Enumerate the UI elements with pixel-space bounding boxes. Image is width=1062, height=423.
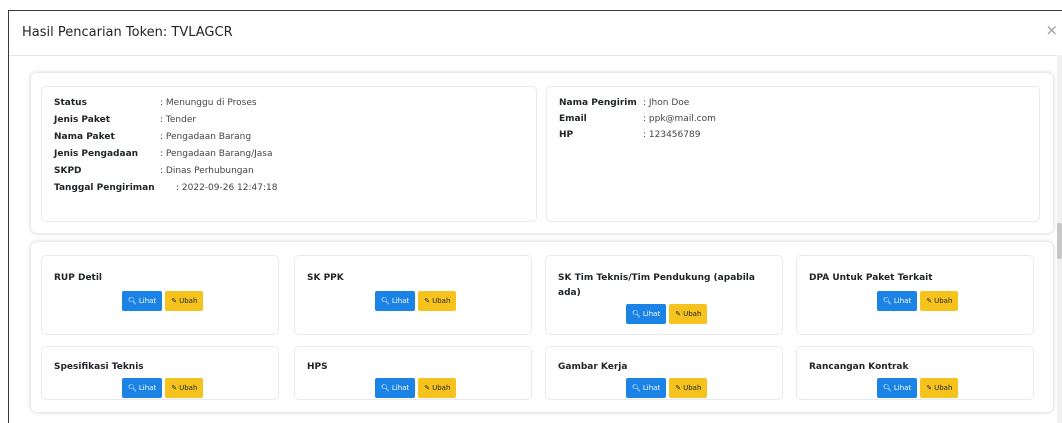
lihat-button[interactable]: 🔍︎ Lihat (375, 378, 416, 398)
ubah-button[interactable]: ✎ Ubah (418, 378, 457, 398)
info-row-status: Status: Menunggu di Proses (54, 98, 257, 108)
search-icon: 🔍︎ (128, 297, 137, 305)
ubah-button[interactable]: ✎ Ubah (418, 291, 457, 311)
lihat-button[interactable]: 🔍︎ Lihat (626, 304, 667, 324)
search-icon: 🔍︎ (632, 384, 641, 392)
ubah-button[interactable]: ✎ Ubah (669, 304, 708, 324)
modal-title: Hasil Pencarian Token: TVLAGCR (22, 25, 233, 40)
doc-title: HPS (307, 362, 328, 372)
doc-title: Spesifikasi Teknis (54, 362, 144, 372)
ubah-button[interactable]: ✎ Ubah (165, 378, 204, 398)
doc-hps: HPS 🔍︎ Lihat ✎ Ubah (294, 346, 532, 400)
search-icon: 🔍︎ (883, 384, 892, 392)
pencil-icon: ✎ (171, 384, 178, 392)
modal-header: Hasil Pencarian Token: TVLAGCR × (9, 11, 1062, 56)
ubah-button[interactable]: ✎ Ubah (920, 378, 959, 398)
doc-rancangan-kontrak: Rancangan Kontrak 🔍︎ Lihat ✎ Ubah (796, 346, 1034, 400)
info-row-tanggal-pengiriman: Tanggal Pengiriman: 2022-09-26 12:47:18 (54, 183, 278, 193)
ubah-button[interactable]: ✎ Ubah (165, 291, 204, 311)
pencil-icon: ✎ (675, 384, 682, 392)
pencil-icon: ✎ (424, 384, 431, 392)
modal-scrollbar[interactable] (1057, 55, 1062, 423)
pencil-icon: ✎ (675, 310, 682, 318)
lihat-button[interactable]: 🔍︎ Lihat (626, 378, 667, 398)
doc-rup-detil: RUP Detil 🔍︎ Lihat ✎ Ubah (41, 255, 279, 335)
search-icon: 🔍︎ (632, 310, 641, 318)
info-card: Status: Menunggu di Proses Jenis Paket: … (31, 73, 1053, 233)
doc-title: RUP Detil (54, 273, 103, 283)
lihat-button[interactable]: 🔍︎ Lihat (122, 378, 163, 398)
doc-spesifikasi-teknis: Spesifikasi Teknis 🔍︎ Lihat ✎ Ubah (41, 346, 279, 400)
documents-card: RUP Detil 🔍︎ Lihat ✎ Ubah SK PPK 🔍︎ Lihat ✎… (31, 242, 1053, 412)
pencil-icon: ✎ (171, 297, 178, 305)
info-row-jenis-paket: Jenis Paket: Tender (54, 115, 197, 125)
lihat-button[interactable]: 🔍︎ Lihat (122, 291, 163, 311)
search-result-modal: Hasil Pencarian Token: TVLAGCR × Status:… (8, 10, 1062, 423)
package-info-box: Status: Menunggu di Proses Jenis Paket: … (41, 86, 537, 222)
search-icon: 🔍︎ (381, 384, 390, 392)
sender-info-box: Nama Pengirim: Jhon Doe Email: ppk@mail.… (546, 86, 1040, 222)
doc-title: Rancangan Kontrak (809, 362, 909, 372)
pencil-icon: ✎ (424, 297, 431, 305)
pencil-icon: ✎ (926, 384, 933, 392)
lihat-button[interactable]: 🔍︎ Lihat (375, 291, 416, 311)
info-row-email: Email: ppk@mail.com (559, 114, 716, 124)
lihat-button[interactable]: 🔍︎ Lihat (877, 378, 918, 398)
doc-title: SK Tim Teknis/Tim Pendukung (apabila ada… (558, 273, 755, 298)
doc-title: SK PPK (307, 273, 344, 283)
doc-dpa: DPA Untuk Paket Terkait 🔍︎ Lihat ✎ Ubah (796, 255, 1034, 335)
search-icon: 🔍︎ (128, 384, 137, 392)
lihat-button[interactable]: 🔍︎ Lihat (877, 291, 918, 311)
pencil-icon: ✎ (926, 297, 933, 305)
info-row-hp: HP: 123456789 (559, 130, 701, 140)
ubah-button[interactable]: ✎ Ubah (669, 378, 708, 398)
doc-gambar-kerja: Gambar Kerja 🔍︎ Lihat ✎ Ubah (545, 346, 783, 400)
doc-title: DPA Untuk Paket Terkait (809, 273, 933, 283)
ubah-button[interactable]: ✎ Ubah (920, 291, 959, 311)
info-row-nama-paket: Nama Paket: Pengadaan Barang (54, 132, 252, 142)
info-row-jenis-pengadaan: Jenis Pengadaan: Pengadaan Barang/Jasa (54, 149, 273, 159)
doc-title: Gambar Kerja (558, 362, 628, 372)
doc-sk-ppk: SK PPK 🔍︎ Lihat ✎ Ubah (294, 255, 532, 335)
close-icon[interactable]: × (1045, 21, 1058, 39)
search-icon: 🔍︎ (381, 297, 390, 305)
search-icon: 🔍︎ (883, 297, 892, 305)
scrollbar-thumb[interactable] (1057, 223, 1062, 259)
info-row-nama-pengirim: Nama Pengirim: Jhon Doe (559, 98, 690, 108)
info-row-skpd: SKPD: Dinas Perhubungan (54, 166, 254, 176)
doc-sk-tim-teknis: SK Tim Teknis/Tim Pendukung (apabila ada… (545, 255, 783, 335)
